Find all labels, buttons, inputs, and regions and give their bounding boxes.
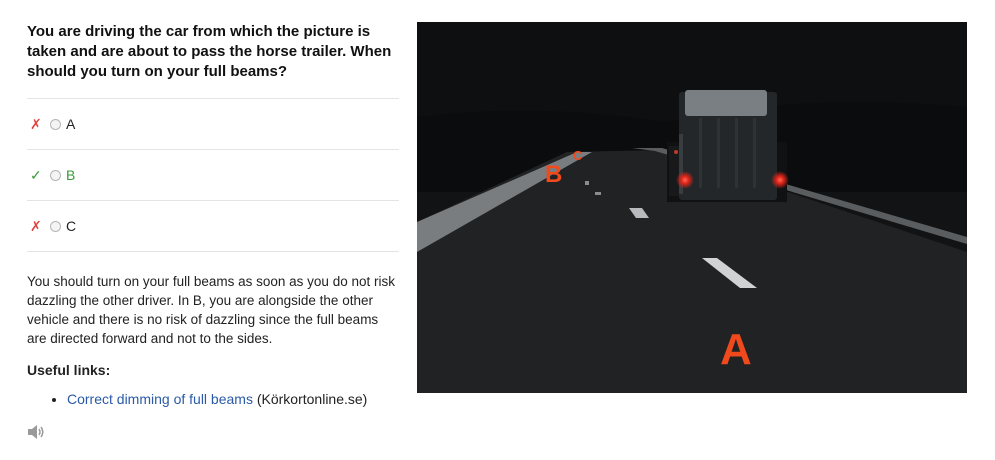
useful-links-list: Correct dimming of full beams (Körkorton…	[27, 390, 399, 408]
option-c-label[interactable]: C	[66, 218, 76, 234]
correct-mark-icon: ✓	[30, 166, 42, 183]
question-panel: You are driving the car from which the p…	[27, 22, 399, 408]
option-a-radio[interactable]	[50, 118, 61, 130]
list-item: Correct dimming of full beams (Körkorton…	[67, 390, 399, 408]
wrong-mark-icon: ✗	[30, 115, 42, 132]
marker-a: A	[720, 325, 752, 374]
explanation-text: You should turn on your full beams as so…	[27, 274, 395, 346]
marker-b: B	[545, 161, 562, 188]
full-beams-link[interactable]: Correct dimming of full beams	[67, 391, 253, 407]
marker-c: C	[573, 148, 583, 163]
question-text: You are driving the car from which the p…	[27, 23, 392, 80]
option-a-label[interactable]: A	[66, 116, 75, 132]
option-b-label[interactable]: B	[66, 167, 75, 183]
night-road-photo: B C A	[417, 22, 967, 393]
option-a[interactable]: ✗ A	[27, 99, 399, 150]
option-c[interactable]: ✗ C	[27, 201, 399, 252]
wrong-mark-icon: ✗	[30, 217, 42, 234]
useful-links-title: Useful links:	[27, 362, 111, 378]
link-source: (Körkortonline.se)	[256, 391, 368, 407]
option-b[interactable]: ✓ B	[27, 150, 399, 201]
option-c-radio[interactable]	[50, 220, 61, 232]
option-b-radio[interactable]	[50, 169, 61, 181]
speaker-icon[interactable]	[27, 424, 45, 440]
answer-options: ✗ A ✓ B ✗ C	[27, 98, 399, 252]
